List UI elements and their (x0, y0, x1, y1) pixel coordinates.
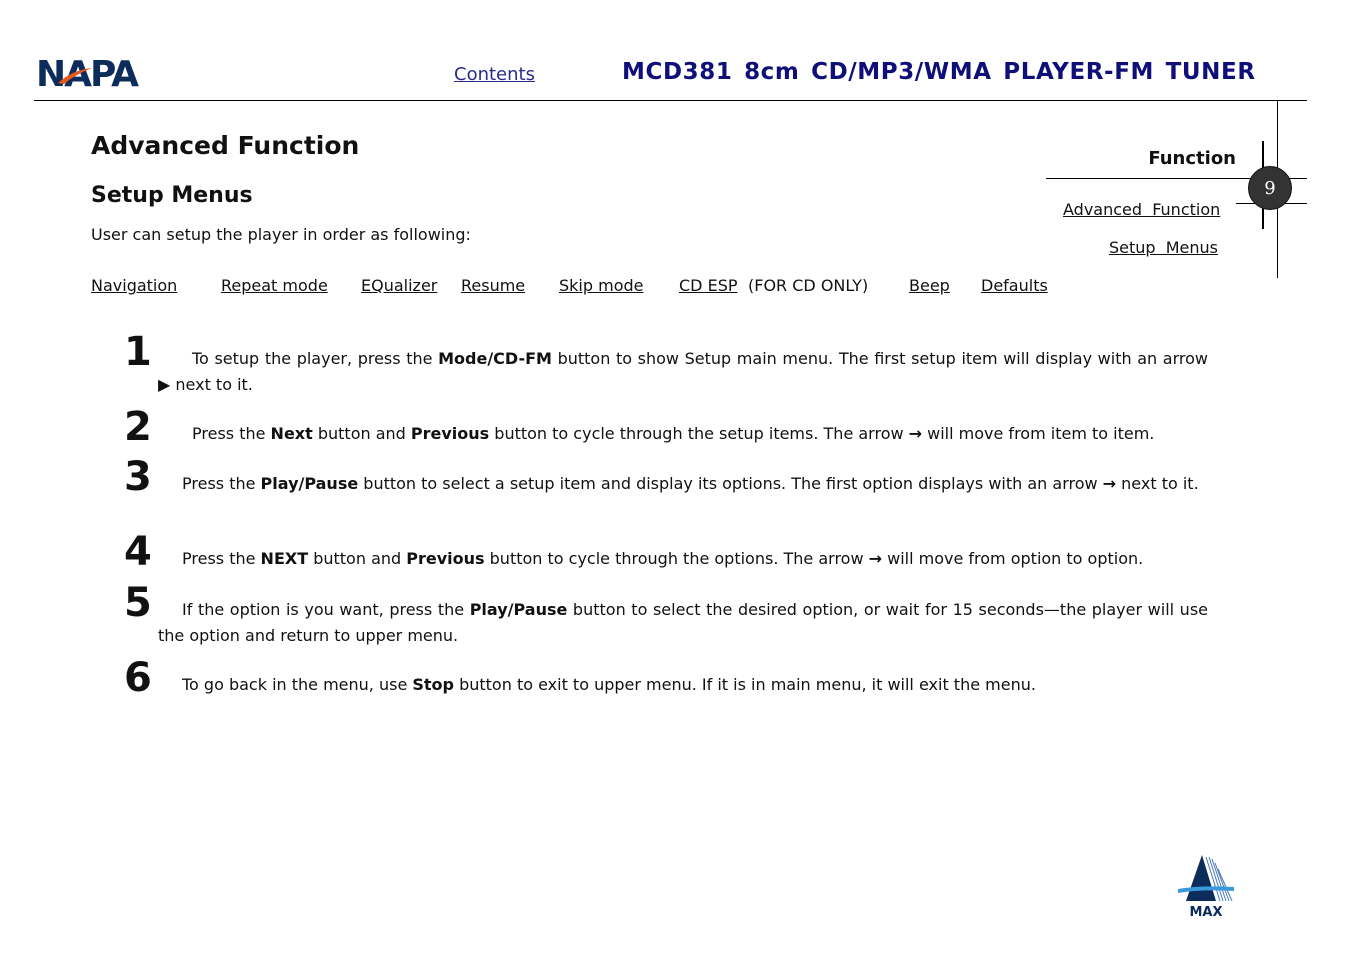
page-heading: Advanced Function (91, 131, 360, 160)
button-name: Previous (410, 424, 490, 443)
right-arrow-icon: → (868, 549, 883, 568)
max-logo: MAX (1176, 853, 1236, 920)
nav-link-setup-menus[interactable]: Setup Menus (1109, 238, 1218, 257)
right-arrow-icon: → (1102, 474, 1117, 493)
menu-link-repeat-mode[interactable]: Repeat mode (221, 276, 348, 295)
step-text: To setup the player, press the Mode/CD-F… (158, 349, 1208, 394)
button-name: Stop (412, 675, 454, 694)
section-heading: Setup Menus (91, 183, 253, 208)
button-name: Previous (406, 549, 485, 568)
header-divider (34, 100, 1307, 101)
right-arrow-icon: → (908, 424, 923, 443)
step-number: 3 (124, 454, 152, 500)
svg-text:MAX: MAX (1189, 905, 1222, 919)
intro-text: User can setup the player in order as fo… (91, 225, 471, 244)
nav-section-title: Function (1148, 148, 1236, 169)
button-name: Play/Pause (469, 600, 568, 619)
menu-link-beep[interactable]: Beep (909, 276, 950, 295)
triangle-arrow-icon: ▶ (158, 375, 171, 394)
page-number-badge: 9 (1248, 166, 1292, 210)
step-number: 4 (124, 529, 152, 575)
step-text: If the option is you want, press the Pla… (158, 600, 1208, 645)
step-number: 6 (124, 655, 152, 701)
step-text: To go back in the menu, use Stop button … (182, 675, 1036, 694)
step-number: 1 (124, 329, 152, 375)
button-name: NEXT (260, 549, 309, 568)
cd-esp-note: (FOR CD ONLY) (748, 276, 869, 295)
menu-link-cd-esp[interactable]: CD ESP (679, 276, 738, 295)
svg-text:NAPA: NAPA (36, 56, 139, 90)
menu-link-resume[interactable]: Resume (461, 276, 525, 295)
napa-logo: NAPA (36, 54, 144, 95)
contents-link[interactable]: Contents (454, 64, 535, 85)
button-name: Play/Pause (260, 474, 359, 493)
menu-link-skip-mode[interactable]: Skip mode (549, 276, 643, 295)
button-name: Next (270, 424, 313, 443)
button-name: Mode/CD-FM (438, 349, 552, 368)
menu-link-equalizer[interactable]: EQualizer (361, 276, 437, 295)
step-text: Press the NEXT button and Previous butto… (182, 549, 1144, 568)
menu-link-defaults[interactable]: Defaults (981, 276, 1048, 295)
step-number: 5 (124, 580, 152, 626)
document-title: MCD381 8cm CD/MP3/WMA PLAYER-FM TUNER (622, 59, 1256, 85)
step-number: 2 (124, 404, 152, 450)
step-text: Press the Play/Pause button to select a … (182, 474, 1199, 493)
menu-link-navigation[interactable]: Navigation (91, 276, 187, 295)
step-text: Press the Next button and Previous butto… (192, 424, 1155, 443)
nav-link-advanced-function[interactable]: Advanced Function (1063, 200, 1230, 219)
